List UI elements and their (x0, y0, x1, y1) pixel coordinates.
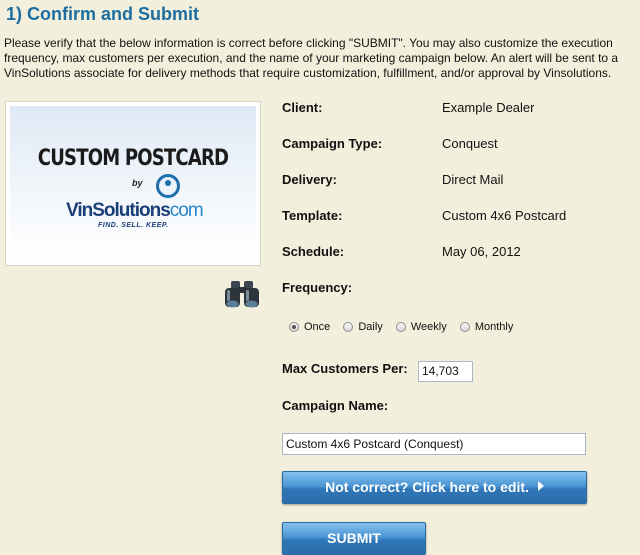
frequency-radio-group: Once Daily Weekly Monthly (289, 321, 523, 335)
postcard-brand: VinSolutionscom (66, 200, 204, 222)
campaign-name-label: Campaign Name: (282, 398, 389, 413)
max-customers-input[interactable]: 14,703 (418, 361, 473, 382)
radio-monthly[interactable] (459, 322, 470, 332)
max-customers-label: Max Customers Per: (282, 361, 408, 376)
edit-button-label: Not correct? Click here to edit. (325, 479, 529, 495)
postcard-title: CUSTOM POSTCARD (37, 146, 229, 171)
instructions-text: Please verify that the below information… (4, 36, 619, 80)
brand-suffix-text: com (169, 200, 204, 221)
campaign-name-input[interactable]: Custom 4x6 Postcard (Conquest) (282, 433, 586, 455)
template-preview-image: CUSTOM POSTCARD by VinSolutionscom FIND.… (5, 101, 261, 266)
postcard-tagline: FIND. SELL. KEEP. (98, 222, 169, 229)
client-value: Example Dealer (442, 100, 535, 115)
campaign-type-value: Conquest (442, 136, 498, 151)
delivery-row: Delivery: Direct Mail (282, 171, 503, 189)
binoculars-icon[interactable] (222, 278, 262, 310)
frequency-label: Frequency: (282, 280, 353, 295)
schedule-value: May 06, 2012 (442, 244, 521, 259)
campaign-type-label: Campaign Type: (282, 136, 383, 151)
radio-monthly-label: Monthly (474, 321, 514, 333)
template-row: Template: Custom 4x6 Postcard (282, 207, 566, 225)
radio-once[interactable] (289, 322, 299, 332)
frequency-option-once[interactable]: Once (289, 321, 330, 333)
schedule-row: Schedule: May 06, 2012 (282, 243, 521, 261)
max-customers-row: Max Customers Per: (282, 360, 408, 378)
delivery-value: Direct Mail (442, 172, 504, 187)
frequency-option-daily[interactable]: Daily (343, 321, 383, 333)
arrow-right-icon (537, 481, 544, 491)
frequency-row: Frequency: (282, 279, 352, 297)
client-label: Client: (282, 100, 323, 115)
campaign-type-row: Campaign Type: Conquest (282, 135, 498, 153)
submit-button[interactable]: SUBMIT (282, 522, 426, 555)
client-row: Client: Example Dealer (282, 99, 535, 117)
frequency-option-monthly[interactable]: Monthly (459, 321, 514, 333)
vinsolutions-logo-icon (156, 174, 180, 198)
template-label: Template: (282, 208, 343, 223)
frequency-option-weekly[interactable]: Weekly (395, 321, 447, 333)
radio-weekly[interactable] (395, 322, 406, 332)
postcard-by-text: by (132, 178, 143, 188)
template-value: Custom 4x6 Postcard (442, 208, 567, 223)
radio-weekly-label: Weekly (410, 321, 447, 333)
brand-main-text: VinSolutions (66, 200, 171, 221)
campaign-name-row: Campaign Name: (282, 397, 388, 415)
page-title: 1) Confirm and Submit (6, 4, 199, 24)
radio-once-label: Once (304, 321, 331, 333)
delivery-label: Delivery: (282, 172, 337, 187)
radio-daily-label: Daily (358, 321, 383, 333)
schedule-label: Schedule: (282, 244, 345, 259)
edit-button[interactable]: Not correct? Click here to edit. (282, 471, 587, 504)
radio-daily[interactable] (343, 322, 354, 332)
